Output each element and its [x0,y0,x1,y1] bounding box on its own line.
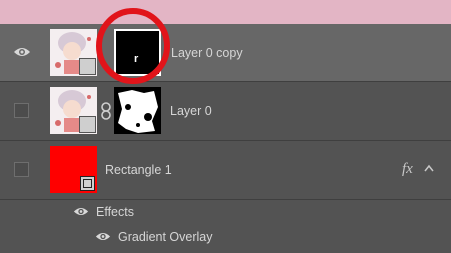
chain-link-icon[interactable] [99,102,113,120]
layer-row-rectangle-1[interactable]: Rectangle 1 fx [0,141,451,200]
layer-name[interactable]: Layer 0 copy [171,46,243,60]
eye-icon[interactable] [95,231,111,242]
effects-row[interactable]: Effects [0,200,451,224]
eye-icon[interactable] [73,206,89,217]
layer-row-layer-0-copy[interactable]: r Layer 0 copy [0,8,451,84]
layer-thumbnail-red [50,146,97,193]
visibility-toggle-empty[interactable] [14,103,29,118]
layer-mask-thumbnail[interactable] [114,87,161,134]
effects-label: Effects [96,205,134,219]
layer-thumbnail-anime [50,87,97,134]
highlight-circle [96,8,170,84]
layers-panel: r Layer 0 copy Layer 0 Rectangle 1 fx Ef… [0,8,451,253]
visibility-toggle-empty[interactable] [14,162,29,177]
layer-thumbnail-anime [50,29,97,76]
layer-row-layer-0[interactable]: Layer 0 [0,82,451,141]
vector-shape-badge-icon [80,176,95,191]
chevron-up-icon[interactable] [424,164,434,172]
eye-icon[interactable] [13,46,31,58]
smart-object-badge-icon [79,116,96,133]
effect-item-gradient-overlay[interactable]: Gradient Overlay [0,224,451,250]
layer-name[interactable]: Layer 0 [170,104,212,118]
fx-icon[interactable]: fx [402,161,413,178]
layer-name[interactable]: Rectangle 1 [105,163,172,177]
effect-label: Gradient Overlay [118,230,213,244]
